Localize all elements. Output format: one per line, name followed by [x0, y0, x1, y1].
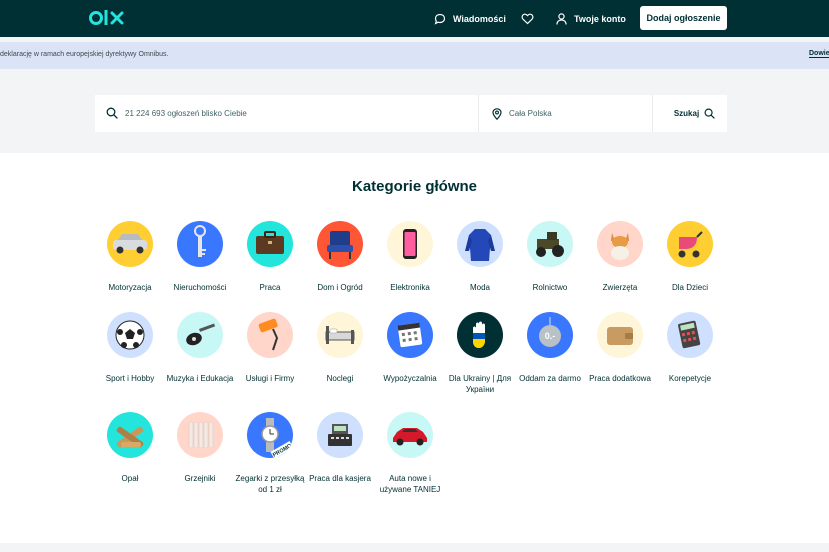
category-praca[interactable]: Praca	[235, 221, 305, 293]
category-label: Dla Ukrainy | Для України	[448, 374, 512, 394]
category-label: Zwierzęta	[602, 283, 638, 292]
category-label: Nieruchomości	[173, 283, 227, 292]
category-label: Dom i Ogród	[317, 283, 363, 292]
top-navigation-bar: Wiadomości Twoje konto Dodaj ogłoszenie	[0, 0, 829, 37]
tractor-icon	[527, 221, 573, 267]
category-uslugi-i-firmy[interactable]: Usługi i Firmy	[235, 312, 305, 384]
bed-icon	[317, 312, 363, 358]
category-noclegi[interactable]: Noclegi	[305, 312, 375, 384]
category-label: Usługi i Firmy	[245, 374, 295, 383]
cash-register-icon	[317, 412, 363, 458]
category-praca-dodatkowa[interactable]: Praca dodatkowa	[585, 312, 655, 384]
car-icon	[107, 221, 153, 267]
heart-icon	[521, 13, 534, 24]
page-footer-strip	[0, 543, 829, 552]
category-label: Sport i Hobby	[105, 374, 155, 383]
search-divider	[652, 95, 653, 132]
category-zwierzeta[interactable]: Zwierzęta	[585, 221, 655, 293]
category-label: Zegarki z przesyłką od 1 zł	[235, 474, 305, 494]
category-moda[interactable]: Moda	[445, 221, 515, 293]
category-nieruchomosci[interactable]: Nieruchomości	[165, 221, 235, 293]
category-label: Noclegi	[326, 374, 354, 383]
football-icon	[107, 312, 153, 358]
category-zegarki[interactable]: PROMO Zegarki z przesyłką od 1 zł	[235, 412, 305, 495]
category-label: Wypożyczalnia	[383, 374, 437, 383]
account-label: Twoje konto	[574, 13, 626, 24]
search-icon	[106, 107, 118, 119]
calculator-icon	[667, 312, 713, 358]
category-wypozyczalnia[interactable]: Wypożyczalnia	[375, 312, 445, 384]
guitar-icon	[177, 312, 223, 358]
wallet-icon	[597, 312, 643, 358]
paint-roller-icon	[247, 312, 293, 358]
category-label: Auta nowe i używane TANIEJ	[379, 474, 441, 494]
briefcase-icon	[247, 221, 293, 267]
category-motoryzacja[interactable]: Motoryzacja	[95, 221, 165, 293]
user-icon	[556, 12, 567, 25]
category-oddam-za-darmo[interactable]: 0.- Oddam za darmo	[515, 312, 585, 384]
banner-text: deklarację w ramach europejskiej dyrekty…	[0, 51, 169, 58]
category-auta-nowe[interactable]: Auta nowe i używane TANIEJ	[375, 412, 445, 495]
category-muzyka-i-edukacja[interactable]: Muzyka i Edukacja	[165, 312, 235, 384]
category-elektronika[interactable]: Elektronika	[375, 221, 445, 293]
category-dom-i-ogrod[interactable]: Dom i Ogród	[305, 221, 375, 293]
category-label: Praca dla kasjera	[309, 474, 371, 483]
location-pin-icon	[492, 108, 502, 120]
main-categories-section: Kategorie główne Motoryzacja Nieruchomoś…	[0, 153, 829, 543]
search-button-label: Szukaj	[673, 109, 700, 118]
radiator-icon	[177, 412, 223, 458]
category-label: Elektronika	[390, 283, 430, 292]
category-opal[interactable]: Opał	[95, 412, 165, 484]
firewood-icon	[107, 412, 153, 458]
section-title: Kategorie główne	[351, 178, 478, 195]
category-label: Korepetycje	[668, 374, 712, 383]
dog-icon	[597, 221, 643, 267]
search-button[interactable]: Szukaj	[662, 95, 727, 132]
category-label: Motoryzacja	[108, 283, 152, 292]
category-label: Praca	[259, 283, 281, 292]
ukraine-hand-icon	[457, 312, 503, 358]
category-label: Opał	[121, 474, 139, 483]
category-label: Oddam za darmo	[519, 374, 581, 383]
watch-icon: PROMO	[247, 412, 293, 458]
red-car-icon	[387, 412, 433, 458]
search-input[interactable]	[125, 103, 465, 124]
messages-label: Wiadomości	[453, 13, 506, 24]
category-label: Rolnictwo	[532, 283, 568, 292]
armchair-icon	[317, 221, 363, 267]
search-bar: Szukaj	[95, 95, 727, 132]
omnibus-banner: deklarację w ramach europejskiej dyrekty…	[0, 42, 829, 69]
phone-icon	[387, 221, 433, 267]
category-rolnictwo[interactable]: Rolnictwo	[515, 221, 585, 293]
category-grzejniki[interactable]: Grzejniki	[165, 412, 235, 484]
category-korepetycje[interactable]: Korepetycje	[655, 312, 725, 384]
search-divider	[478, 95, 479, 132]
chat-bubble-icon	[434, 13, 446, 25]
olx-logo[interactable]	[89, 8, 129, 28]
add-ad-button[interactable]: Dodaj ogłoszenie	[640, 6, 727, 30]
key-icon	[177, 221, 223, 267]
stroller-icon	[667, 221, 713, 267]
category-label: Muzyka i Edukacja	[166, 374, 234, 383]
price-tag-icon: 0.-	[527, 312, 573, 358]
category-dla-ukrainy[interactable]: Dla Ukrainy | Для України	[445, 312, 515, 395]
location-input[interactable]	[509, 103, 649, 124]
category-dla-dzieci[interactable]: Dla Dzieci	[655, 221, 725, 293]
favorites-button[interactable]	[521, 0, 541, 37]
account-link[interactable]: Twoje konto	[556, 0, 626, 37]
messages-link[interactable]: Wiadomości	[434, 0, 506, 37]
svg-text:0.-: 0.-	[545, 331, 556, 341]
banner-learn-more-link[interactable]: Dowie	[809, 50, 829, 58]
category-sport-i-hobby[interactable]: Sport i Hobby	[95, 312, 165, 384]
category-label: Dla Dzieci	[671, 283, 708, 292]
category-praca-dla-kasjera[interactable]: Praca dla kasjera	[305, 412, 375, 484]
category-label: Moda	[469, 283, 490, 292]
calendar-icon	[387, 312, 433, 358]
search-icon	[704, 108, 715, 119]
category-label: Praca dodatkowa	[589, 374, 651, 383]
coat-icon	[457, 221, 503, 267]
category-label: Grzejniki	[184, 474, 216, 483]
